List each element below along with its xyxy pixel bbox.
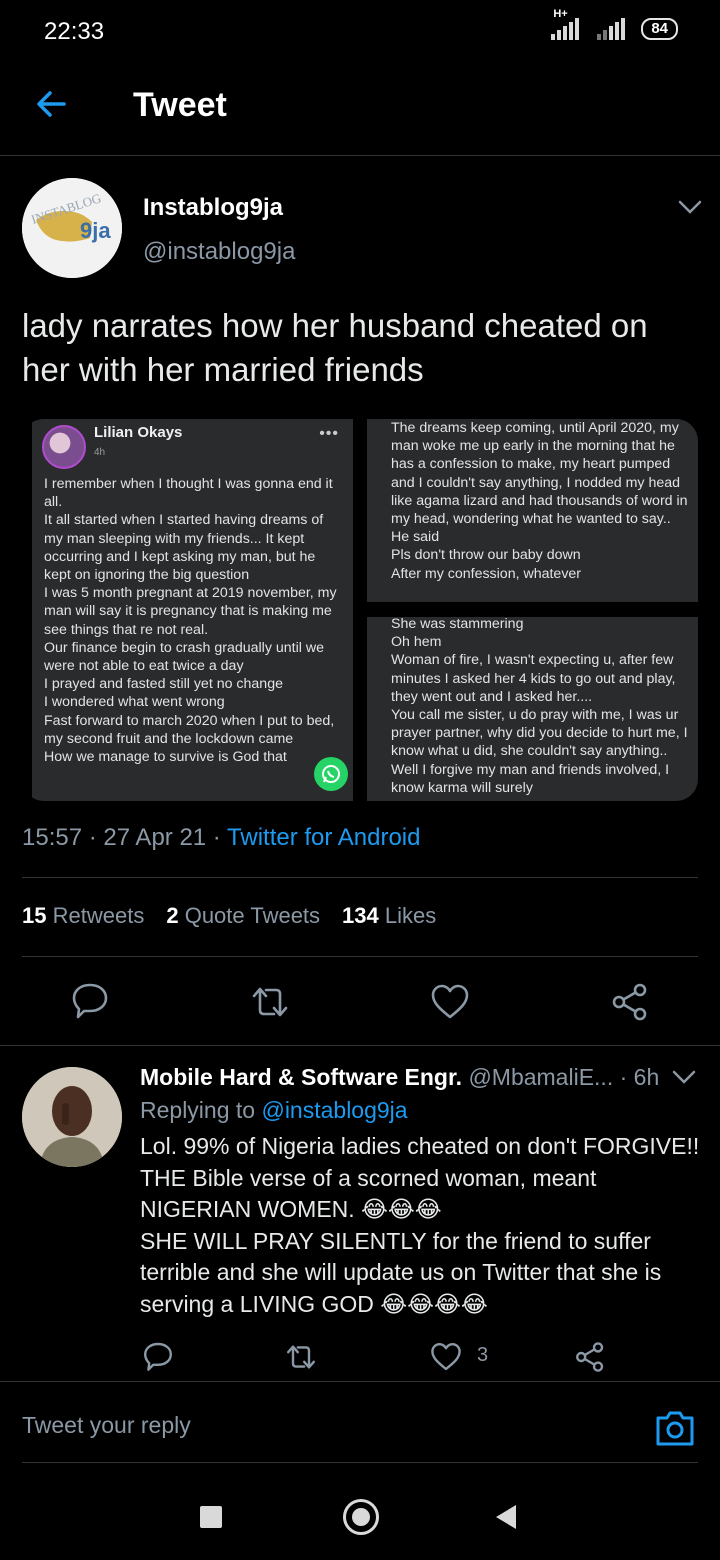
reply-user-photo xyxy=(22,1067,122,1167)
compose-divider xyxy=(22,1462,698,1463)
tweet-source-link[interactable]: Twitter for Android xyxy=(227,824,420,851)
reply-input[interactable]: Tweet your reply xyxy=(22,1412,191,1439)
reply-header: Mobile Hard & Software Engr. @MbamaliE..… xyxy=(140,1064,659,1091)
signal-icon: H+ xyxy=(551,8,580,40)
media-image-left[interactable]: Lilian Okays 4h ••• I remember when I th… xyxy=(32,419,353,801)
likes-stat[interactable]: 134 Likes xyxy=(342,903,436,929)
home-button[interactable] xyxy=(343,1499,379,1535)
reply-reply-icon[interactable] xyxy=(142,1340,174,1372)
media-image-bottom-right[interactable]: She was stammering Oh hem Woman of fire,… xyxy=(367,617,698,801)
replying-to: Replying to @instablog9ja xyxy=(140,1097,408,1124)
signal-icon-2 xyxy=(597,18,626,40)
reply-share-icon[interactable] xyxy=(574,1341,606,1373)
tweet-timestamp: 15:57 · 27 Apr 21 · Twitter for Android xyxy=(22,824,421,851)
reply-divider xyxy=(0,1381,720,1382)
share-icon[interactable] xyxy=(610,982,650,1022)
poster-time: 4h xyxy=(94,447,106,458)
author-name[interactable]: Instablog9ja xyxy=(143,194,283,222)
reply-like-count: 3 xyxy=(477,1344,489,1366)
reply-like-icon[interactable] xyxy=(430,1341,462,1373)
replying-prefix: Replying to xyxy=(140,1097,256,1123)
reply-icon[interactable] xyxy=(70,980,110,1020)
meta-divider xyxy=(22,877,698,878)
more-options-icon: ••• xyxy=(319,425,339,442)
poster-name: Lilian Okays xyxy=(94,424,183,441)
tweet-media[interactable]: Lilian Okays 4h ••• I remember when I th… xyxy=(22,419,698,801)
reply-chevron-down-icon[interactable] xyxy=(671,1068,697,1086)
post-body-top-right: The dreams keep coming, until April 2020… xyxy=(391,420,688,582)
whatsapp-icon xyxy=(314,757,348,791)
reply-author-handle[interactable]: @MbamaliE... xyxy=(468,1064,613,1090)
replying-to-link[interactable]: @instablog9ja xyxy=(261,1097,407,1123)
chevron-down-icon[interactable] xyxy=(677,198,703,216)
post-body-left: I remember when I thought I was gonna en… xyxy=(44,476,337,766)
author-avatar[interactable]: INSTABLOG 9ja xyxy=(22,178,122,278)
status-time: 22:33 xyxy=(44,18,105,45)
status-icons: H+ 84 xyxy=(551,8,678,40)
network-type: H+ xyxy=(553,8,568,20)
back-arrow-icon[interactable] xyxy=(32,84,72,124)
tweet-stats: 15 Retweets 2 Quote Tweets 134 Likes xyxy=(22,903,436,929)
recent-apps-button[interactable] xyxy=(200,1506,222,1528)
reply-retweet-icon[interactable] xyxy=(285,1341,317,1373)
camera-icon[interactable] xyxy=(654,1408,696,1448)
system-back-button[interactable] xyxy=(496,1505,516,1529)
retweet-icon[interactable] xyxy=(250,982,290,1022)
retweets-stat[interactable]: 15 Retweets xyxy=(22,903,144,929)
reply-time: · 6h xyxy=(619,1064,660,1090)
header-divider xyxy=(0,155,720,156)
tweet-text: lady narrates how her husband cheated on… xyxy=(22,307,648,388)
tweet-time: 15:57 xyxy=(22,824,83,851)
actions-divider xyxy=(0,1045,720,1046)
battery-icon: 84 xyxy=(641,18,678,40)
post-body-bottom-right: She was stammering Oh hem Woman of fire,… xyxy=(391,617,688,796)
poster-avatar xyxy=(42,425,86,469)
stats-divider xyxy=(22,956,698,957)
page-title: Tweet xyxy=(133,86,227,124)
svg-text:9ja: 9ja xyxy=(80,218,111,243)
media-image-top-right[interactable]: The dreams keep coming, until April 2020… xyxy=(367,419,698,602)
author-handle[interactable]: @instablog9ja xyxy=(143,238,295,266)
instablog-logo: INSTABLOG 9ja xyxy=(22,178,122,278)
reply-text: Lol. 99% of Nigeria ladies cheated on do… xyxy=(140,1133,700,1317)
tweet-date: 27 Apr 21 xyxy=(103,824,207,851)
like-icon[interactable] xyxy=(430,982,470,1022)
reply-avatar[interactable] xyxy=(22,1067,122,1167)
reply-author-name[interactable]: Mobile Hard & Software Engr. xyxy=(140,1064,462,1090)
quotes-stat[interactable]: 2 Quote Tweets xyxy=(166,903,320,929)
